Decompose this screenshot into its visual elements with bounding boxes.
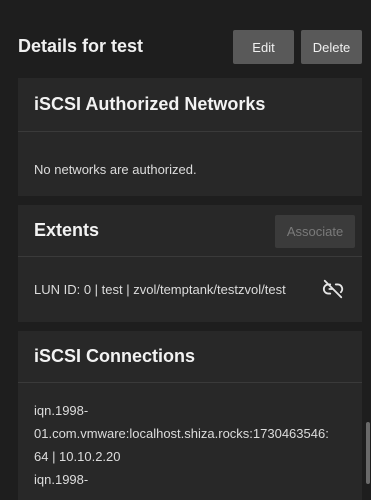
extents-header: Extents Associate — [18, 205, 362, 257]
scrollbar-thumb[interactable] — [366, 422, 370, 484]
connections-list: iqn.1998- 01.com.vmware:localhost.shiza.… — [18, 383, 362, 491]
delete-button[interactable]: Delete — [301, 30, 362, 64]
extent-row: LUN ID: 0 | test | zvol/temptank/testzvo… — [18, 257, 362, 321]
scrollbar[interactable] — [365, 0, 371, 500]
page-title: Details for test — [18, 36, 144, 56]
empty-networks-text: No networks are authorized. — [34, 162, 197, 177]
extents-card: Extents Associate LUN ID: 0 | test | zvo… — [18, 205, 362, 322]
connections-title: iSCSI Connections — [34, 346, 196, 366]
connection-line: 01.com.vmware:localhost.shiza.rocks:1730… — [34, 426, 329, 441]
connection-line: 64 | 10.10.2.20 — [34, 449, 121, 464]
authorized-networks-header: iSCSI Authorized Networks — [18, 78, 362, 132]
connections-card: iSCSI Connections iqn.1998- 01.com.vmwar… — [18, 331, 362, 500]
connection-line: iqn.1998- — [34, 472, 89, 487]
authorized-networks-title: iSCSI Authorized Networks — [34, 94, 266, 114]
edit-button[interactable]: Edit — [233, 30, 294, 64]
extent-label: LUN ID: 0 | test | zvol/temptank/testzvo… — [34, 281, 286, 297]
unlink-icon[interactable] — [322, 278, 344, 300]
authorized-networks-body: No networks are authorized. — [18, 132, 362, 177]
extents-title: Extents — [34, 220, 100, 240]
connections-header: iSCSI Connections — [18, 331, 362, 383]
connection-line: iqn.1998- — [34, 403, 89, 418]
authorized-networks-card: iSCSI Authorized Networks No networks ar… — [18, 78, 362, 196]
details-header: Details for test Edit Delete — [0, 0, 371, 70]
associate-button[interactable]: Associate — [275, 215, 355, 248]
